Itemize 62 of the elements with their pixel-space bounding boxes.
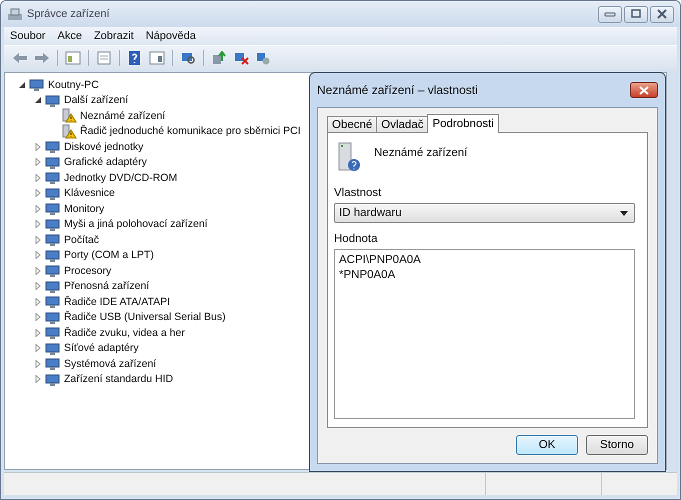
property-label: Vlastnost — [334, 187, 382, 199]
maximize-icon — [630, 9, 642, 19]
tree-item[interactable]: Řadič jednoduché komunikace pro sběrnici PCI — [80, 125, 301, 138]
tree-item[interactable]: Diskové jednotky — [64, 140, 144, 153]
back-arrow-icon — [12, 51, 28, 65]
computer-icon — [7, 7, 23, 21]
device-name: Neznámé zařízení — [374, 147, 468, 159]
up-arrow-device-icon — [211, 51, 227, 65]
tree-item[interactable]: Řadiče IDE ATA/ATAPI — [64, 296, 170, 308]
tree-item[interactable]: Řadiče USB (Universal Serial Bus) — [64, 311, 226, 324]
device-circle-icon — [255, 51, 271, 65]
tab[interactable]: Ovladač — [376, 116, 428, 132]
dialog-button[interactable]: Storno — [586, 435, 648, 455]
tree-item[interactable]: Přenosná zařízení — [64, 280, 150, 292]
property-dropdown[interactable]: ID hardwaru — [334, 203, 635, 223]
minimize-button[interactable] — [598, 6, 622, 22]
maximize-button[interactable] — [624, 6, 648, 22]
tree-item[interactable]: Počítač — [64, 234, 100, 246]
tree-item[interactable]: Síťové adaptéry — [64, 342, 139, 354]
window-title: Správce zařízení — [27, 8, 110, 20]
tree-item[interactable]: Další zařízení — [64, 94, 128, 106]
close-icon — [656, 9, 668, 19]
tree-item[interactable]: Myši a jiná polohovací zařízení — [64, 218, 208, 230]
expander-icon[interactable] — [33, 96, 43, 104]
dialog-button[interactable]: OK — [516, 435, 578, 455]
help-icon — [127, 51, 143, 65]
action-pane-button[interactable] — [147, 50, 167, 66]
dropdown-arrow-icon — [620, 210, 628, 216]
forward-arrow-icon — [34, 51, 50, 65]
tree-item[interactable]: Porty (COM a LPT) — [64, 249, 154, 262]
value-label: Hodnota — [334, 233, 378, 245]
tab[interactable]: Podrobnosti — [427, 114, 499, 133]
tree-item[interactable]: Procesory — [64, 264, 112, 277]
tree-item[interactable]: Zařízení standardu HID — [64, 373, 174, 386]
tree-item[interactable]: Monitory — [64, 202, 104, 215]
tab[interactable]: Obecné — [327, 116, 378, 132]
expander-icon[interactable] — [17, 80, 27, 89]
unknown-device-icon — [336, 141, 362, 173]
value-item[interactable]: ACPI\PNP0A0A — [339, 253, 421, 268]
monitor-magnifier-icon — [180, 51, 196, 65]
close-icon — [639, 86, 649, 94]
tree-item[interactable]: Koutny-PC — [48, 78, 99, 91]
tree-item[interactable]: Klávesnice — [64, 187, 115, 200]
close-button[interactable] — [630, 82, 658, 98]
tree-item[interactable]: Systémová zařízení — [64, 358, 156, 370]
menu-item[interactable]: Zobrazit — [88, 30, 140, 42]
close-button[interactable] — [650, 6, 674, 22]
tree-item[interactable]: Neznámé zařízení — [80, 110, 166, 122]
menu-item[interactable]: Nápověda — [140, 30, 202, 42]
value-item[interactable]: *PNP0A0A — [339, 268, 396, 283]
tree-item[interactable]: Řadiče zvuku, videa a her — [64, 326, 185, 339]
device-cross-icon — [233, 51, 249, 65]
pane-icon — [65, 51, 81, 65]
tree-item[interactable]: Grafické adaptéry — [64, 156, 147, 168]
sheet-icon — [96, 51, 112, 65]
console-tree-button[interactable] — [63, 50, 83, 66]
pane-icon — [149, 51, 165, 65]
tree-item[interactable]: Jednotky DVD/CD-ROM — [64, 172, 178, 184]
minimize-icon — [604, 10, 616, 18]
dialog-title: Neznámé zařízení – vlastnosti — [317, 83, 478, 97]
menu-item[interactable]: Soubor — [4, 30, 52, 42]
menu-item[interactable]: Akce — [51, 30, 88, 42]
